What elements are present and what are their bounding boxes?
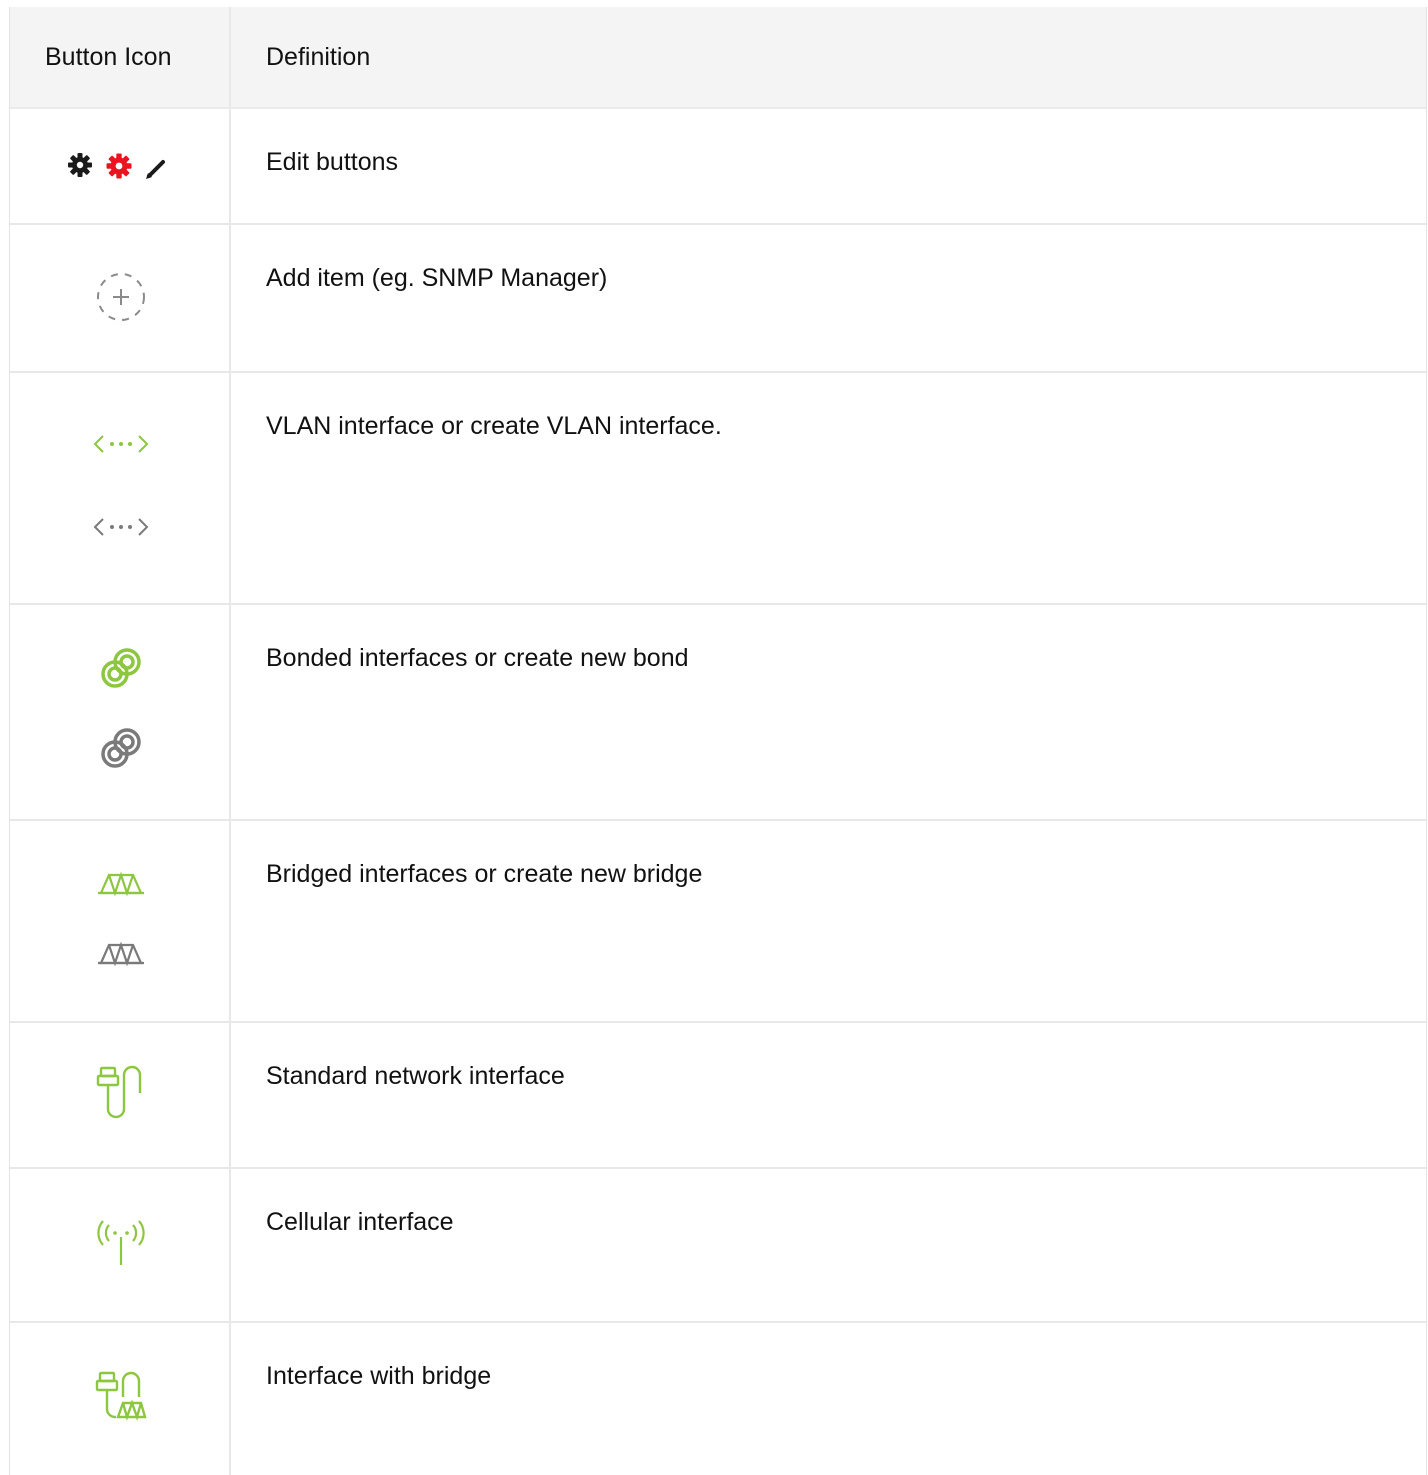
row-definition: Interface with bridge (266, 1362, 492, 1390)
header-button-icon: Button Icon (10, 7, 231, 107)
row-definition: Bonded interfaces or create new bond (266, 644, 689, 672)
row-definition: Cellular interface (266, 1208, 454, 1236)
table-row: VLAN interface or create VLAN interface. (10, 373, 1426, 605)
icon-definition-table: Button Icon Definition Edit buttons Add … (9, 7, 1427, 1475)
table-row: Standard network interface (10, 1023, 1426, 1169)
row-definition: Bridged interfaces or create new bridge (266, 860, 703, 888)
add-dashed-circle-icon[interactable] (93, 269, 149, 325)
table-header: Button Icon Definition (10, 7, 1426, 109)
vlan-icon-grey[interactable] (91, 516, 151, 538)
table-row: Edit buttons (10, 109, 1426, 225)
table-row: Add item (eg. SNMP Manager) (10, 225, 1426, 373)
gear-red-icon[interactable] (106, 153, 131, 179)
network-cable-icon[interactable] (95, 1063, 147, 1119)
table-row: Bridged interfaces or create new bridge (10, 821, 1426, 1023)
table-row: Bonded interfaces or create new bond (10, 605, 1426, 821)
vlan-icon-green[interactable] (91, 433, 151, 455)
bridge-icon-green[interactable] (96, 869, 146, 899)
row-definition: Edit buttons (266, 148, 399, 176)
cable-bridge-icon[interactable] (94, 1369, 148, 1423)
table-row: Interface with bridge (10, 1323, 1426, 1475)
header-definition: Definition (266, 42, 371, 71)
bridge-icon-grey[interactable] (96, 939, 146, 969)
row-definition: Standard network interface (266, 1062, 565, 1090)
row-definition: VLAN interface or create VLAN interface. (266, 412, 722, 440)
bond-icon-grey[interactable] (96, 723, 146, 773)
pencil-icon[interactable] (145, 160, 165, 179)
gear-icon[interactable] (67, 153, 92, 177)
table-row: Cellular interface (10, 1169, 1426, 1323)
bond-icon-green[interactable] (96, 643, 146, 693)
cellular-antenna-icon[interactable] (93, 1215, 149, 1269)
row-definition: Add item (eg. SNMP Manager) (266, 264, 608, 292)
